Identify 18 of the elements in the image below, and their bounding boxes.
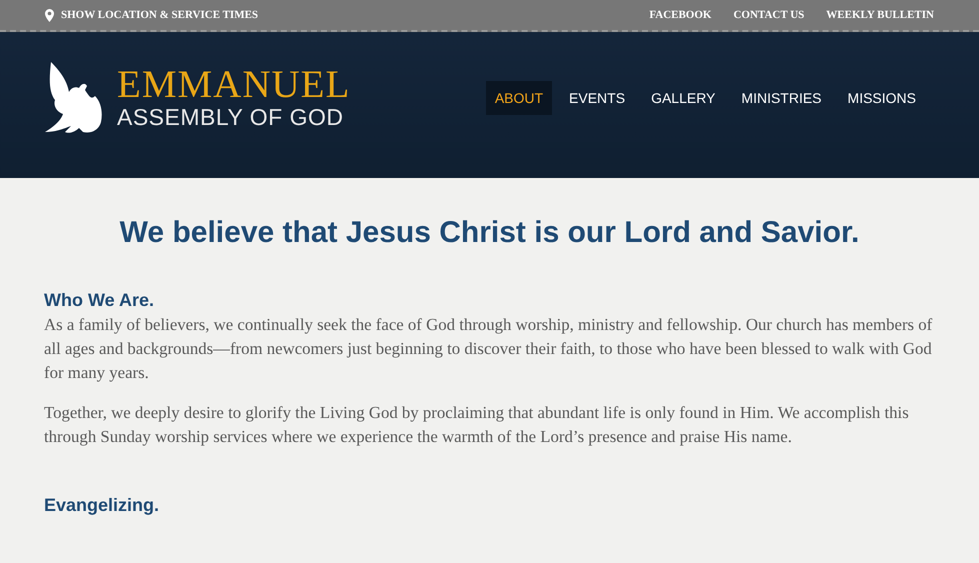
top-link[interactable]: CONTACT US [733,9,804,21]
paragraph: As a family of believers, we continually seek the face of God through worship, ministry and fellowship. Our church has members of all ages and backgrounds—from newcomers just beginning to discover their faith, to those who have been blessed to walk with God for many years. [44,314,934,384]
nav-item[interactable]: MISSIONS [838,81,925,115]
nav-item[interactable]: GALLERY [642,81,724,115]
headline: We believe that Jesus Christ is our Lord and Savior. [118,216,860,250]
location-pin-icon [45,8,54,22]
section-title: Who We Are. [44,290,156,311]
logo-name: EMMANUEL [117,66,350,104]
dove-icon [45,62,103,134]
nav-item[interactable]: EVENTS [560,81,634,115]
nav-item[interactable]: ABOUT [486,81,552,115]
paragraph: Together, we deeply desire to glorify the Living God by proclaiming that abundant life is only found in Him. We accomplish this through Sunday worship services where we experience the warmth of the Lord’s presence and praise His name. [44,402,910,448]
section-title: Evangelizing. [44,495,160,516]
logo-subtitle: ASSEMBLY OF GOD [117,104,344,130]
location-link[interactable]: SHOW LOCATION & SERVICE TIMES [45,8,258,22]
nav-item[interactable]: MINISTRIES [732,81,831,115]
top-link[interactable]: FACEBOOK [649,9,712,21]
top-link[interactable]: WEEKLY BULLETIN [826,9,934,21]
